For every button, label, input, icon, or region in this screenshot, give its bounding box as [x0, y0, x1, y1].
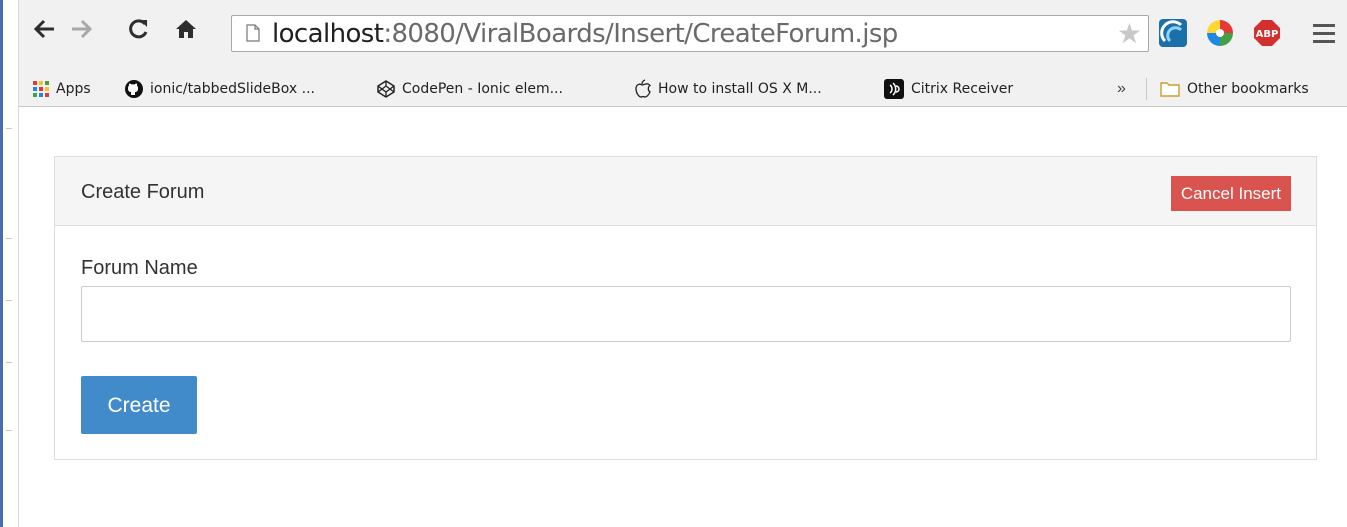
citrix-icon	[884, 79, 904, 99]
bookmark-install-osx[interactable]: How to install OS X M...	[633, 79, 822, 99]
home-button[interactable]	[171, 15, 201, 43]
home-icon	[176, 20, 196, 38]
forum-name-input[interactable]	[81, 286, 1291, 342]
create-button[interactable]: Create	[81, 376, 197, 434]
bookmark-codepen[interactable]: CodePen - Ionic elem...	[377, 79, 563, 99]
folder-icon	[1160, 81, 1180, 97]
forum-name-label: Forum Name	[81, 257, 198, 279]
extension-wave-icon[interactable]	[1159, 19, 1187, 47]
address-bar[interactable]: localhost:8080/ViralBoards/Insert/Create…	[231, 15, 1149, 52]
reload-button[interactable]	[123, 15, 153, 43]
codepen-icon	[377, 80, 395, 98]
page-icon	[246, 24, 260, 42]
window-edge-accent	[0, 0, 3, 527]
bookmark-ionic-tabbedslidebox[interactable]: ionic/tabbedSlideBox ...	[125, 79, 315, 99]
bookmark-label: Other bookmarks	[1187, 81, 1309, 97]
bookmarks-overflow-button[interactable]: »	[1117, 80, 1126, 98]
bookmarks-separator	[1146, 78, 1147, 100]
address-url: localhost:8080/ViralBoards/Insert/Create…	[272, 19, 898, 49]
panel-heading: Create Forum Cancel Insert	[55, 157, 1316, 226]
reload-icon	[129, 19, 148, 39]
bookmark-label: Apps	[56, 81, 91, 97]
bookmarks-bar: Apps ionic/tabbedSlideBox ... CodePen - …	[19, 72, 1347, 107]
forward-arrow-icon	[72, 19, 93, 39]
window-left-edge	[0, 0, 19, 527]
apps-grid-icon	[33, 81, 49, 97]
bookmark-citrix-receiver[interactable]: Citrix Receiver	[884, 79, 1013, 99]
cancel-insert-button[interactable]: Cancel Insert	[1170, 176, 1291, 211]
bookmark-label: How to install OS X M...	[658, 81, 822, 97]
bookmark-label: Citrix Receiver	[911, 81, 1014, 97]
panel-title: Create Forum	[81, 181, 205, 203]
svg-text:ABP: ABP	[1256, 29, 1279, 40]
github-icon	[125, 80, 143, 98]
url-path: :8080/ViralBoards/Insert/CreateForum.jsp	[383, 19, 898, 49]
apple-icon	[633, 79, 651, 99]
chrome-menu-icon[interactable]	[1313, 24, 1335, 48]
adblock-plus-icon[interactable]: ABP	[1253, 19, 1281, 47]
forward-button[interactable]	[67, 15, 97, 43]
bookmark-other-bookmarks[interactable]: Other bookmarks	[1160, 79, 1309, 99]
back-arrow-icon	[33, 19, 54, 39]
create-forum-panel: Create Forum Cancel Insert Forum Name Cr…	[54, 156, 1317, 460]
url-host: localhost	[272, 19, 384, 49]
color-picker-extension-icon[interactable]	[1206, 19, 1234, 47]
browser-toolbar: localhost:8080/ViralBoards/Insert/Create…	[19, 0, 1347, 72]
bookmark-label: ionic/tabbedSlideBox ...	[150, 81, 315, 97]
back-button[interactable]	[29, 15, 59, 43]
bookmark-star-icon[interactable]: ★	[1117, 19, 1142, 49]
bookmark-label: CodePen - Ionic elem...	[402, 81, 563, 97]
bookmark-apps[interactable]: Apps	[33, 79, 91, 99]
